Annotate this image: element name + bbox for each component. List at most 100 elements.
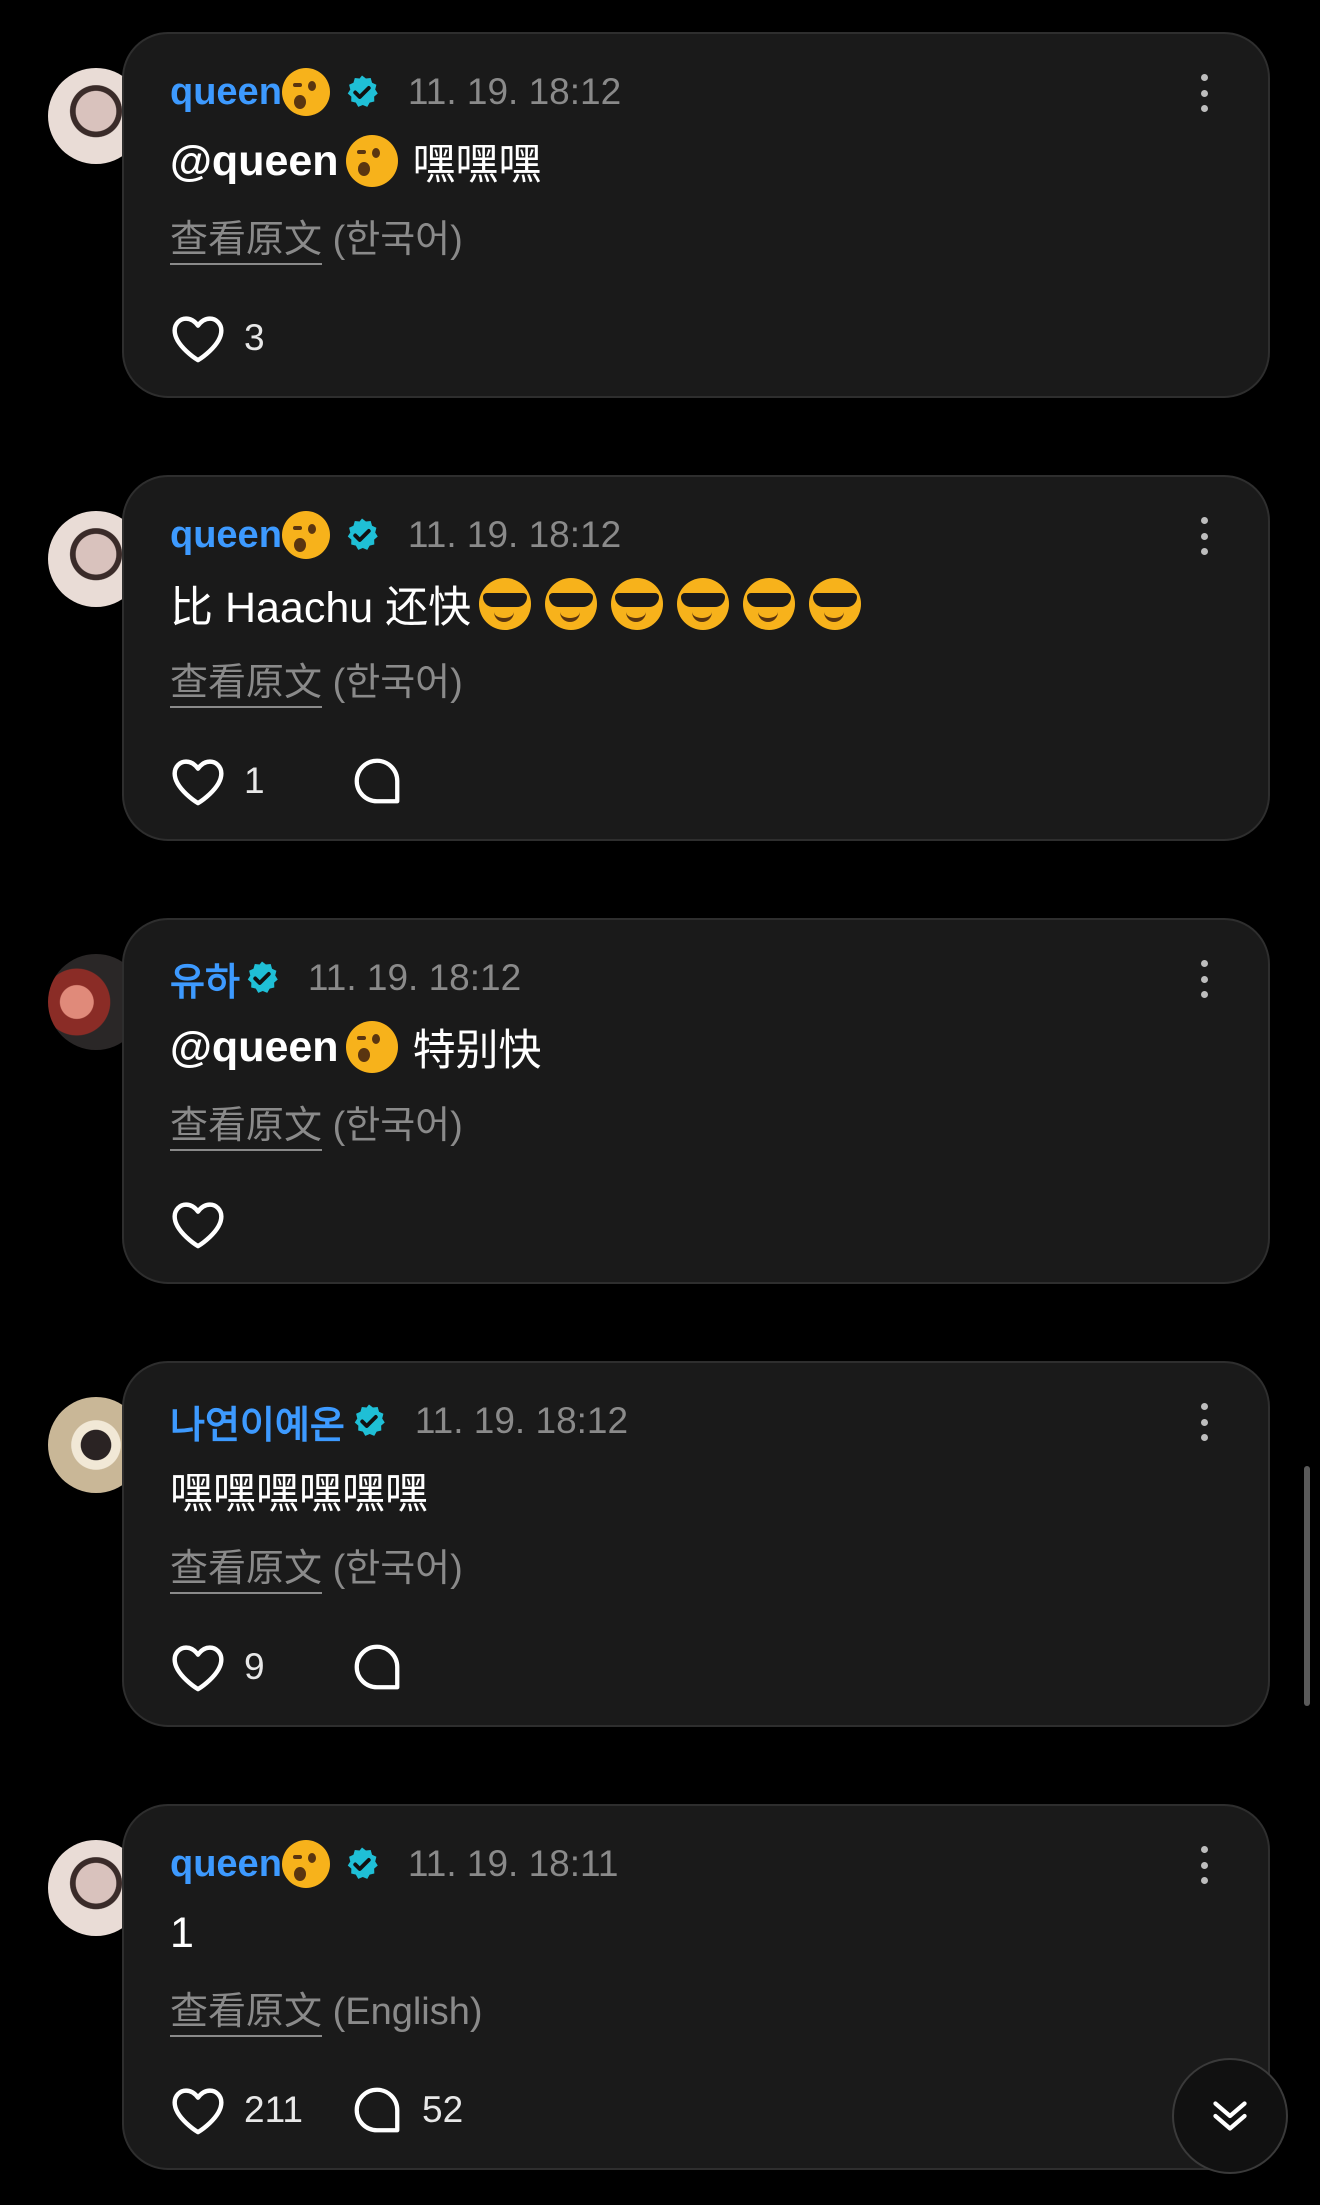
mention-link[interactable]: @queen: [170, 1023, 339, 1072]
original-language: (한국어): [332, 1105, 463, 1147]
original-language: (한국어): [332, 1548, 463, 1590]
more-options-button[interactable]: [1198, 1403, 1210, 1441]
view-original-link[interactable]: 查看原文: [170, 1105, 323, 1151]
timestamp: 11. 19. 18:12: [407, 514, 622, 555]
comment-actions: [170, 1192, 226, 1256]
double-chevron-down-icon: [1213, 2101, 1247, 2131]
comment-actions: 1: [170, 749, 400, 813]
comment-message: 特别快: [412, 1027, 542, 1075]
verified-badge-icon: [354, 1404, 385, 1436]
smiling-face-with-sunglasses-emoji-icon: [809, 578, 862, 630]
reply-button[interactable]: [350, 754, 404, 808]
like-button[interactable]: [170, 1198, 226, 1250]
comment-text: 嘿嘿嘿嘿嘿嘿: [170, 1455, 428, 1525]
scroll-to-bottom-button[interactable]: [1172, 2058, 1288, 2174]
timestamp: 11. 19. 18:12: [307, 957, 522, 998]
like-button[interactable]: 3: [170, 312, 265, 364]
smiling-face-with-sunglasses-emoji-icon: [479, 578, 532, 630]
comment-bubble: queen 11. 19. 18:11 1 查看原文 (English) 211: [122, 1804, 1270, 2170]
comment-header: queen 11. 19. 18:12: [170, 64, 621, 120]
like-button[interactable]: 9: [170, 1641, 265, 1693]
comment-message: 比 Haachu 还快: [170, 584, 472, 632]
like-count: 211: [244, 2089, 303, 2130]
view-original-link[interactable]: 查看原文: [170, 219, 323, 265]
verified-badge-icon: [247, 961, 278, 993]
comment-bubble: 유하 11. 19. 18:12 @queen 特别快 查看原文 (한국어): [122, 918, 1270, 1284]
heart-outline-icon: [172, 1202, 224, 1249]
comment-message: 嘿嘿嘿: [412, 141, 542, 189]
comment-message: 嘿嘿嘿嘿嘿嘿: [170, 1470, 428, 1518]
heart-outline-icon: [172, 316, 224, 363]
timestamp: 11. 19. 18:12: [407, 71, 622, 112]
original-language: (English): [332, 1991, 483, 2033]
comment-header: queen 11. 19. 18:11: [170, 1836, 618, 1892]
comment-message: 1: [170, 1908, 194, 1957]
more-vertical-icon: [1200, 517, 1208, 524]
view-original-link[interactable]: 查看原文: [170, 1548, 323, 1594]
smiling-face-with-sunglasses-emoji-icon: [743, 578, 796, 630]
username[interactable]: 나연이예온: [170, 1394, 345, 1449]
winking-face-emoji-icon: [345, 135, 398, 187]
comment-bubble-icon: [354, 2087, 400, 2133]
more-options-button[interactable]: [1198, 517, 1210, 555]
winking-face-emoji-icon: [281, 511, 330, 559]
comment-actions: 3: [170, 306, 265, 370]
translation-row: 查看原文 (English): [170, 1980, 483, 2037]
more-vertical-icon: [1200, 1846, 1208, 1853]
scrollbar[interactable]: [1304, 1466, 1310, 1706]
mention-link[interactable]: @queen: [170, 137, 339, 186]
winking-face-emoji-icon: [281, 1840, 330, 1888]
translation-row: 查看原文 (한국어): [170, 1537, 463, 1594]
verified-badge-icon: [347, 1847, 378, 1879]
more-options-button[interactable]: [1198, 74, 1210, 112]
more-vertical-icon: [1200, 1403, 1208, 1410]
comment-bubble-icon: [354, 758, 400, 804]
view-original-link[interactable]: 查看原文: [170, 1991, 323, 2037]
original-language: (한국어): [332, 219, 463, 261]
like-count: 1: [244, 760, 265, 801]
smiling-face-with-sunglasses-emoji-icon: [677, 578, 730, 630]
comment-feed: queen 11. 19. 18:12 @queen 嘿嘿嘿 查看原文 (한국어…: [0, 0, 1320, 2205]
timestamp: 11. 19. 18:12: [414, 1400, 629, 1441]
reply-button[interactable]: [350, 1640, 404, 1694]
like-count: 9: [244, 1646, 265, 1687]
more-options-button[interactable]: [1198, 1846, 1210, 1884]
reply-count: 52: [422, 2089, 464, 2130]
comment-actions: 9: [170, 1635, 400, 1699]
username[interactable]: queen: [170, 514, 282, 557]
username[interactable]: 유하: [170, 951, 240, 1006]
comment-text: 比 Haachu 还快: [170, 569, 868, 639]
heart-outline-icon: [172, 2088, 224, 2135]
heart-outline-icon: [172, 759, 224, 806]
like-button[interactable]: 211: [170, 2084, 303, 2136]
like-button[interactable]: 1: [170, 755, 265, 807]
comment-header: 나연이예온 11. 19. 18:12: [170, 1393, 628, 1449]
winking-face-emoji-icon: [345, 1021, 398, 1073]
view-original-link[interactable]: 查看原文: [170, 662, 323, 708]
comment-header: queen 11. 19. 18:12: [170, 507, 621, 563]
reply-button[interactable]: 52: [350, 2083, 463, 2137]
like-count: 3: [244, 317, 265, 358]
comment-header: 유하 11. 19. 18:12: [170, 950, 521, 1006]
translation-row: 查看原文 (한국어): [170, 651, 463, 708]
comment-text: @queen 嘿嘿嘿: [170, 126, 542, 196]
verified-badge-icon: [347, 518, 378, 550]
username[interactable]: queen: [170, 71, 282, 114]
comment-bubble: queen 11. 19. 18:12 比 Haachu 还快 查看原文 (한국…: [122, 475, 1270, 841]
verified-badge-icon: [347, 75, 378, 107]
username[interactable]: queen: [170, 1843, 282, 1886]
translation-row: 查看原文 (한국어): [170, 208, 463, 265]
comment-text: @queen 特别快: [170, 1012, 542, 1082]
comment-bubble: 나연이예온 11. 19. 18:12 嘿嘿嘿嘿嘿嘿 查看原文 (한국어) 9: [122, 1361, 1270, 1727]
timestamp: 11. 19. 18:11: [407, 1843, 619, 1884]
comment-actions: 211 52: [170, 2078, 463, 2142]
comment-bubble: queen 11. 19. 18:12 @queen 嘿嘿嘿 查看原文 (한국어…: [122, 32, 1270, 398]
comment-bubble-icon: [354, 1644, 400, 1690]
heart-outline-icon: [172, 1645, 224, 1692]
winking-face-emoji-icon: [281, 68, 330, 116]
more-vertical-icon: [1200, 960, 1208, 967]
more-options-button[interactable]: [1198, 960, 1210, 998]
smiling-face-with-sunglasses-emoji-icon: [611, 578, 664, 630]
translation-row: 查看原文 (한국어): [170, 1094, 463, 1151]
comment-text: 1: [170, 1898, 194, 1968]
